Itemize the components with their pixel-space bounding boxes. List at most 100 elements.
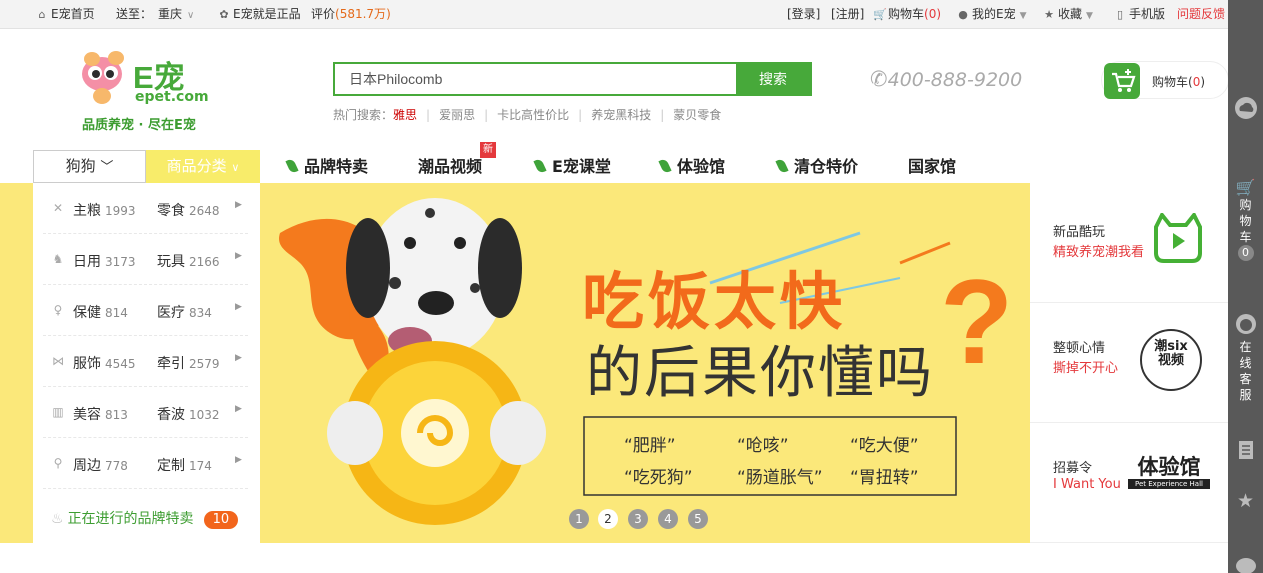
carousel-dot[interactable]: 4 — [658, 509, 678, 529]
hot-searches: 热门搜索：雅思 | 爱丽思 | 卡比高性价比 | 养宠黑科技 | 蒙贝零食 — [333, 108, 722, 122]
category-link[interactable]: 保健 814 — [73, 302, 128, 322]
carousel-dot[interactable]: 5 — [688, 509, 708, 529]
category-link[interactable]: 零食 2648 — [157, 200, 220, 220]
hot-search-item[interactable]: 养宠黑科技 — [591, 108, 651, 122]
home-link[interactable]: ⌂ E宠首页 — [36, 0, 95, 29]
nav-brand-sale[interactable]: 品牌特卖 — [285, 154, 368, 180]
logo-slogan: 品质养宠 · 尽在E宠 — [82, 118, 196, 133]
promo-new-toys[interactable]: 新品酷玩 精致养宠潮我看 — [1030, 183, 1228, 303]
caret-right-icon: ▶ — [235, 302, 242, 312]
mobile-link[interactable]: ▯ 手机版 — [1114, 0, 1165, 29]
chevron-down-icon: ∨ — [231, 161, 240, 174]
cloud-icon[interactable] — [1228, 96, 1263, 123]
banner-bullet: “呛咳” — [737, 436, 789, 456]
feedback-link[interactable]: 问题反馈 — [1177, 0, 1225, 29]
category-row: ⚲ 周边 778 定制 174 ▶ — [43, 438, 248, 489]
nav-classroom[interactable]: E宠课堂 — [533, 154, 611, 180]
category-row: ♞ 日用 3173 玩具 2166 ▶ — [43, 234, 248, 285]
site-logo[interactable]: E宠 epet.com 品质养宠 · 尽在E宠 — [78, 44, 228, 134]
svg-text:?: ? — [940, 255, 1013, 389]
top-bar: ⌂ E宠首页 送至： 重庆 ∨ ✿ E宠就是正品 评价(581.7万) [登录] [注册… — [0, 0, 1228, 29]
cart-icon — [1104, 63, 1140, 99]
my-epet-link[interactable]: ● 我的E宠 ▼ — [957, 0, 1026, 29]
promo-title: 新品酷玩 — [1053, 225, 1106, 240]
six-video-icon: 潮six视频 — [1140, 329, 1202, 391]
deliver-city: 重庆 — [158, 7, 183, 21]
chat-icon[interactable] — [1228, 556, 1263, 573]
category-link[interactable]: 定制 174 — [157, 455, 212, 475]
category-link[interactable]: 医疗 834 — [157, 302, 212, 322]
login-link[interactable]: [登录] — [787, 0, 820, 29]
notebook-icon[interactable] — [1228, 440, 1263, 463]
header-cart-button[interactable]: 购物车(0) — [1101, 61, 1229, 99]
category-link[interactable]: 服饰 4545 — [73, 353, 136, 373]
category-row: ♀ 保健 814 医疗 834 ▶ — [43, 285, 248, 336]
hero-banner[interactable]: ? 吃饭太快 的后果你懂吗 “肥胖” “呛咳” “吃大便” “吃死狗” “肠道胀… — [260, 183, 1030, 543]
hot-search-item[interactable]: 爱丽思 — [439, 108, 475, 122]
right-toolbar: 🛒 购 物 车 0 在 线 客 服 ★ — [1228, 0, 1263, 573]
toolbar-service[interactable]: 在 线 客 服 — [1228, 312, 1263, 403]
toolbar-cart[interactable]: 🛒 购 物 车 0 — [1228, 178, 1263, 261]
header-cart-label: 购物车(0) — [1152, 75, 1206, 89]
leaf-icon: ✿ — [219, 8, 229, 21]
category-link[interactable]: 主粮 1993 — [73, 200, 136, 220]
category-menu[interactable]: 商品分类 ∨ — [146, 150, 260, 183]
top-cart-link[interactable]: 🛒购物车(0) — [873, 0, 941, 29]
banner-bullet: “吃死狗” — [624, 468, 693, 488]
carousel-dot-active[interactable]: 2 — [598, 509, 618, 529]
hot-search-item[interactable]: 卡比高性价比 — [497, 108, 569, 122]
chevron-down-icon: ∨ — [187, 10, 195, 21]
dog-icon: ♞ — [52, 252, 64, 266]
carousel-dot[interactable]: 1 — [569, 509, 589, 529]
search-input[interactable] — [335, 64, 738, 94]
experience-hall-icon: 体验馆 Pet Experience Hall — [1128, 455, 1210, 489]
caret-right-icon: ▶ — [235, 455, 242, 465]
hot-search-item[interactable]: 蒙贝零食 — [673, 108, 721, 122]
category-row: ▥ 美容 813 香波 1032 ▶ — [43, 387, 248, 438]
banner-headline-2: 的后果你懂吗 — [586, 341, 934, 406]
register-link[interactable]: [注册] — [831, 0, 864, 29]
promo-recruit[interactable]: 招募令 I Want You 体验馆 Pet Experience Hall — [1030, 423, 1228, 543]
health-icon: ♀ — [53, 303, 63, 317]
caret-right-icon: ▶ — [235, 200, 242, 210]
caret-right-icon: ▶ — [235, 404, 242, 414]
brand-sale-link[interactable]: ♨ 正在进行的品牌特卖 10 — [51, 508, 239, 529]
favorite-link[interactable]: ★ 收藏 ▼ — [1043, 0, 1093, 29]
hotline-number: 400-888-9200 — [887, 69, 1023, 91]
category-link[interactable]: 香波 1032 — [157, 404, 220, 424]
search-button[interactable]: 搜索 — [736, 64, 810, 94]
genuine-badge[interactable]: ✿ E宠就是正品 — [218, 0, 300, 29]
banner-bullet: “胃扭转” — [850, 468, 919, 488]
category-link[interactable]: 日用 3173 — [73, 251, 136, 271]
flame-icon: ♨ — [51, 511, 64, 527]
nav-experience-hall[interactable]: 体验馆 — [658, 154, 725, 180]
leaf-icon — [533, 157, 547, 175]
category-link[interactable]: 牵引 2579 — [157, 353, 220, 373]
caret-right-icon: ▶ — [235, 251, 242, 261]
nav-national-hall[interactable]: 国家馆 — [908, 154, 956, 180]
headset-icon — [1235, 314, 1256, 334]
rating-value: 581.7万 — [339, 7, 387, 21]
category-link[interactable]: 周边 778 — [73, 455, 128, 475]
promo-six-video[interactable]: 整顿心情 撕掉不开心 潮six视频 — [1030, 303, 1228, 423]
carousel-dot[interactable]: 3 — [628, 509, 648, 529]
banner-bullet: “肠道胀气” — [737, 468, 823, 488]
nav-trend-video[interactable]: 潮品视频 — [418, 154, 482, 180]
category-link[interactable]: 美容 813 — [73, 404, 128, 424]
promo-subtitle: I Want You — [1053, 477, 1121, 492]
tv-cat-icon — [1154, 213, 1202, 263]
promo-title: 整顿心情 — [1053, 341, 1106, 356]
six-video-label: 潮six视频 — [1154, 339, 1188, 368]
pet-type-selector[interactable]: 狗狗 ﹀ — [33, 150, 146, 183]
caret-right-icon: ▶ — [235, 353, 242, 363]
promo-title: 招募令 — [1053, 461, 1093, 476]
experience-hall-label: 体验馆 — [1137, 455, 1201, 479]
hot-search-item[interactable]: 雅思 — [393, 108, 417, 122]
nav-clearance[interactable]: 清仓特价 — [775, 154, 858, 180]
home-icon: ⌂ — [38, 8, 46, 21]
deliver-to[interactable]: 送至： 重庆 ∨ — [116, 0, 194, 29]
star-icon[interactable]: ★ — [1228, 490, 1263, 512]
rating[interactable]: 评价(581.7万) — [311, 0, 391, 29]
toolbar-cart-count: 0 — [1237, 245, 1254, 261]
category-link[interactable]: 玩具 2166 — [157, 251, 220, 271]
